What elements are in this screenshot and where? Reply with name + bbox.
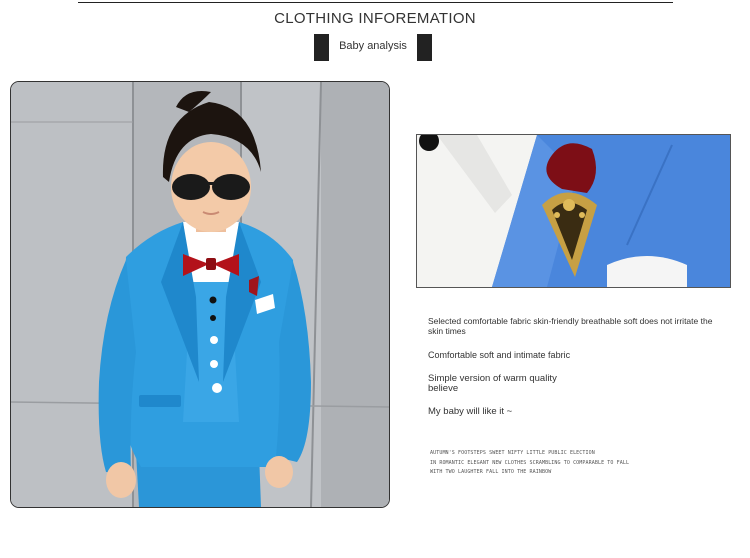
subtitle-bar-right [417, 34, 432, 61]
feature-baby: My baby will like it ~ [428, 406, 513, 417]
feature-fabric: Selected comfortable fabric skin-friendl… [428, 316, 713, 336]
fine-print-line: IN ROMANTIC ELEGANT NEW CLOTHES SCRAMBLI… [430, 460, 630, 466]
subtitle-bar-left [314, 34, 329, 61]
detail-photo [416, 134, 731, 288]
fine-print-line: WITH TWO LAUGHTER FALL INTO THE RAINBOW [430, 469, 552, 475]
feature-comfort: Comfortable soft and intimate fabric [428, 350, 571, 360]
subtitle-text: Baby analysis [339, 40, 407, 52]
top-divider [78, 2, 673, 3]
product-photo [10, 81, 390, 508]
subtitle-badge: Baby analysis [314, 34, 432, 61]
fine-print-line: AUTUMN'S FOOTSTEPS SWEET NIFTY LITTLE PU… [430, 450, 595, 456]
feature-quality: Simple version of warm quality believe [428, 373, 557, 394]
section-title: CLOTHING INFOREMATION [274, 10, 476, 27]
